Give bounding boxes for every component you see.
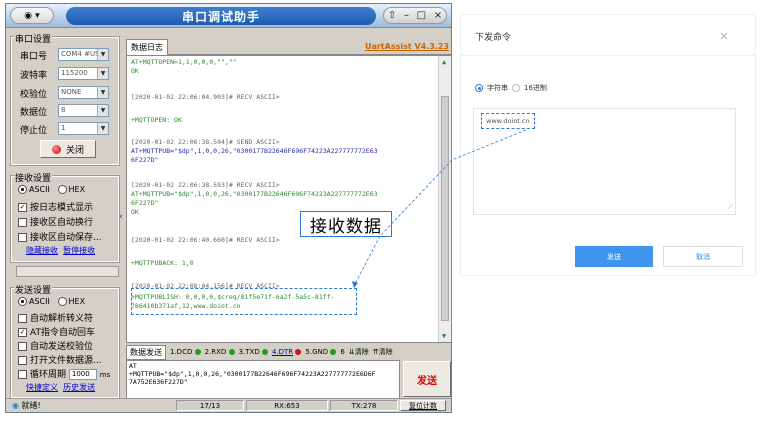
connector-line [379,159,453,237]
arrow-head-icon [352,281,358,288]
connector-line [451,129,527,161]
connector-line [353,235,381,287]
connector-lines [352,129,527,288]
